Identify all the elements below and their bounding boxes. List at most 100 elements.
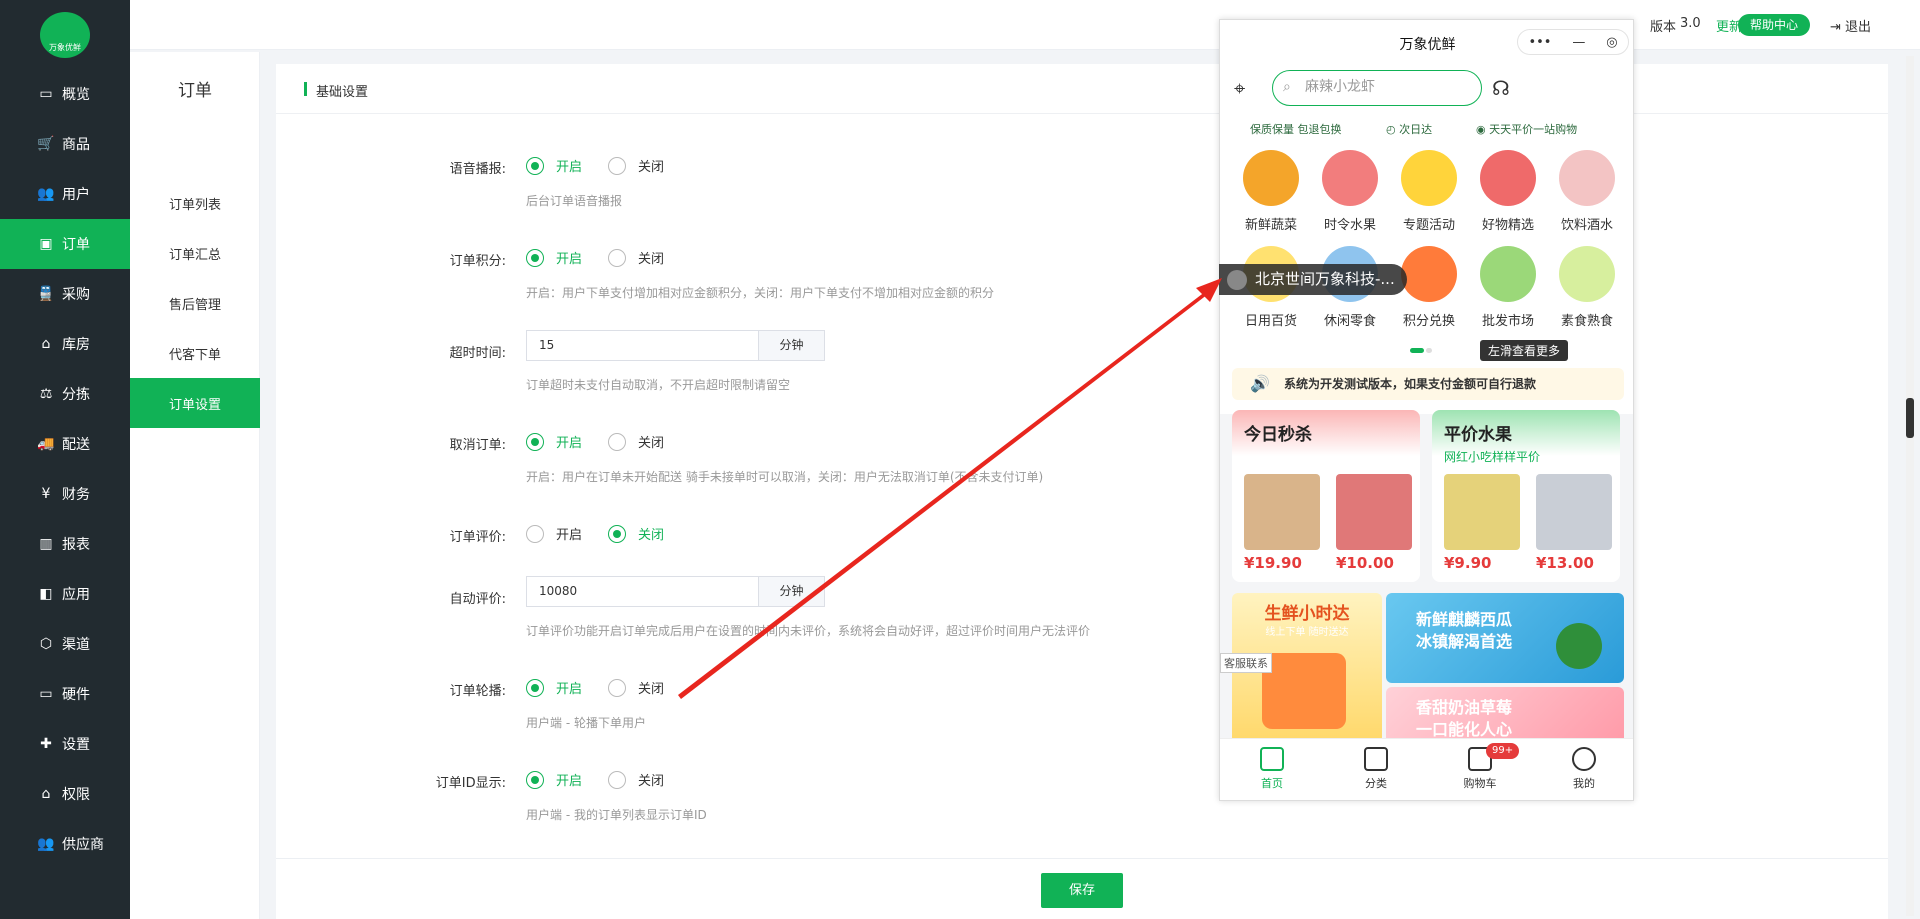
card-header: 基础设置 bbox=[276, 64, 1888, 114]
cube-icon: ⬡ bbox=[39, 636, 53, 652]
sidebar-item-bar-chart[interactable]: ▥ 报表 bbox=[0, 519, 130, 569]
phone-search-input[interactable]: ⌕ 麻辣小龙虾 bbox=[1272, 70, 1482, 106]
flash-sale-card[interactable]: 今日秒杀 ¥19.90 ¥10.00 bbox=[1232, 410, 1420, 582]
fruit-card[interactable]: 平价水果 网红小吃样样平价 ¥9.90 ¥13.00 bbox=[1432, 410, 1620, 582]
sidebar-item-label: 采购 bbox=[62, 287, 90, 303]
sidebar-item-users[interactable]: 👥 用户 bbox=[0, 169, 130, 219]
sidebar-item-truck[interactable]: 🚚 配送 bbox=[0, 419, 130, 469]
tab-mine[interactable]: 我的 bbox=[1532, 747, 1633, 791]
sidebar-item-money[interactable]: ▣ 订单 bbox=[0, 219, 130, 269]
desktop-icon: ▭ bbox=[39, 686, 53, 702]
basket-illustration bbox=[1262, 653, 1346, 729]
category-image bbox=[1559, 246, 1615, 302]
timeout-input[interactable]: 15 bbox=[526, 330, 759, 361]
sidebar-item-home[interactable]: ⌂ 库房 bbox=[0, 319, 130, 369]
carousel-off-radio[interactable]: 关闭 bbox=[608, 678, 664, 697]
home-icon: ⌂ bbox=[41, 336, 51, 352]
cancel-help: 开启：用户在订单未开始配送 骑手未接单时可以取消，关闭：用户无法取消订单(不含未… bbox=[526, 470, 1044, 484]
order-submenu: 订单 订单列表 订单汇总 售后管理 代客下单 订单设置 bbox=[130, 52, 260, 919]
submenu-item[interactable]: 订单汇总 bbox=[130, 228, 260, 278]
toast-text: 北京世间万象科技-... bbox=[1255, 270, 1395, 288]
radio-circle bbox=[608, 248, 626, 267]
voice-off-radio[interactable]: 关闭 bbox=[608, 156, 664, 175]
save-button[interactable]: 保存 bbox=[1041, 873, 1123, 908]
sidebar-item-monitor[interactable]: ▭ 概览 bbox=[0, 69, 130, 119]
sidebar-item-cube[interactable]: ⬡ 渠道 bbox=[0, 619, 130, 669]
tab-category[interactable]: 分类 bbox=[1324, 747, 1428, 791]
cancel-on-radio[interactable]: 开启 bbox=[526, 432, 582, 451]
radio-circle bbox=[526, 678, 544, 697]
help-center-button[interactable]: 帮助中心 bbox=[1738, 14, 1811, 36]
order-id-off-radio[interactable]: 关闭 bbox=[608, 770, 664, 789]
sidebar-item-app[interactable]: ◧ 应用 bbox=[0, 569, 130, 619]
review-off-radio[interactable]: 关闭 bbox=[608, 524, 664, 543]
sidebar-item-scale[interactable]: ⚖ 分拣 bbox=[0, 369, 130, 419]
category-item[interactable]: 好物精选 bbox=[1471, 150, 1545, 233]
sidebar-item-label: 渠道 bbox=[62, 637, 90, 653]
product-image[interactable] bbox=[1444, 474, 1520, 550]
scale-icon: ⚖ bbox=[39, 386, 53, 402]
sidebar-item-yen[interactable]: ¥ 财务 bbox=[0, 469, 130, 519]
search-placeholder: 麻辣小龙虾 bbox=[1305, 79, 1375, 95]
page-scrollbar-thumb[interactable] bbox=[1906, 398, 1914, 438]
auto-review-unit: 分钟 bbox=[758, 576, 825, 607]
points-label: 订单积分: bbox=[449, 254, 506, 269]
sidebar-item-bank[interactable]: ⌂ 权限 bbox=[0, 769, 130, 819]
minimize-icon[interactable]: — bbox=[1572, 35, 1585, 50]
category-item[interactable]: 新鲜蔬菜 bbox=[1234, 150, 1308, 233]
auto-review-label: 自动评价: bbox=[449, 592, 506, 607]
product-image[interactable] bbox=[1336, 474, 1412, 550]
sidebar-item-cart[interactable]: 🛒 商品 bbox=[0, 119, 130, 169]
headset-icon[interactable]: ☊ bbox=[1492, 76, 1510, 100]
auto-review-input[interactable]: 10080 bbox=[526, 576, 759, 607]
watermelon-banner[interactable]: 新鲜麒麟西瓜 冰镇解渴首选 bbox=[1386, 593, 1624, 683]
cancel-off-radio[interactable]: 关闭 bbox=[608, 432, 664, 451]
category-item[interactable]: 素食熟食 bbox=[1550, 246, 1624, 329]
sidebar-item-label: 用户 bbox=[62, 187, 90, 203]
radio-label: 开启 bbox=[556, 252, 583, 267]
carousel-on-radio[interactable]: 开启 bbox=[526, 678, 582, 697]
voice-on-radio[interactable]: 开启 bbox=[526, 156, 582, 175]
sidebar-item-train[interactable]: 🚆 采购 bbox=[0, 269, 130, 319]
tag-next-day: ◴ 次日达 bbox=[1386, 121, 1432, 137]
category-image bbox=[1401, 150, 1457, 206]
product-image[interactable] bbox=[1244, 474, 1320, 550]
radio-label: 开启 bbox=[556, 774, 583, 789]
points-help: 开启：用户下单支付增加相对应金额积分，关闭：用户下单支付不增加相对应金额的积分 bbox=[526, 286, 995, 300]
close-target-icon[interactable]: ◎ bbox=[1606, 35, 1617, 50]
logout-link[interactable]: ⇥ 退出 bbox=[1830, 16, 1871, 35]
customer-service-tag[interactable]: 客服联系 bbox=[1220, 653, 1272, 673]
sidebar-item-supplier[interactable]: 👥 供应商 bbox=[0, 819, 130, 869]
tag-low-price: ◉ 天天平价一站购物 bbox=[1476, 121, 1577, 137]
points-off-radio[interactable]: 关闭 bbox=[608, 248, 664, 267]
category-label: 休闲零食 bbox=[1323, 314, 1376, 329]
brand-logo[interactable]: 万象优鲜 bbox=[40, 12, 90, 58]
sidebar-item-desktop[interactable]: ▭ 硬件 bbox=[0, 669, 130, 719]
category-item[interactable]: 专题活动 bbox=[1392, 150, 1466, 233]
location-icon[interactable]: ⌖ bbox=[1234, 76, 1245, 100]
sidebar-item-label: 硬件 bbox=[62, 687, 90, 703]
category-item[interactable]: 时令水果 bbox=[1313, 150, 1387, 233]
money-icon: ▣ bbox=[39, 236, 53, 252]
submenu-item[interactable]: 订单列表 bbox=[130, 178, 260, 228]
product-price: ¥19.90 bbox=[1244, 554, 1302, 572]
category-item[interactable]: 饮料酒水 bbox=[1550, 150, 1624, 233]
cart-badge: 99+ bbox=[1486, 743, 1520, 759]
review-on-radio[interactable]: 开启 bbox=[526, 524, 582, 543]
more-icon[interactable]: ••• bbox=[1528, 35, 1551, 50]
submenu-item[interactable]: 订单设置 bbox=[130, 378, 260, 428]
order-id-on-radio[interactable]: 开启 bbox=[526, 770, 582, 789]
points-on-radio[interactable]: 开启 bbox=[526, 248, 582, 267]
radio-circle bbox=[608, 678, 626, 697]
notice-text: 系统为开发测试版本，如果支付金额可自行退款 bbox=[1284, 377, 1537, 391]
tab-home[interactable]: 首页 bbox=[1220, 747, 1324, 791]
submenu-item[interactable]: 售后管理 bbox=[130, 278, 260, 328]
settings-card: 基础设置 语音播报: 开启 关闭 后台订单语音播报 订单积分: 开启 关闭 开启… bbox=[276, 64, 1888, 919]
category-item[interactable]: 批发市场 bbox=[1471, 246, 1545, 329]
product-image[interactable] bbox=[1536, 474, 1612, 550]
category-label: 新鲜蔬菜 bbox=[1244, 218, 1297, 233]
product-price: ¥13.00 bbox=[1536, 554, 1594, 572]
page-scrollbar-track[interactable] bbox=[1906, 56, 1914, 916]
sidebar-item-puzzle[interactable]: ✚ 设置 bbox=[0, 719, 130, 769]
submenu-item[interactable]: 代客下单 bbox=[130, 328, 260, 378]
